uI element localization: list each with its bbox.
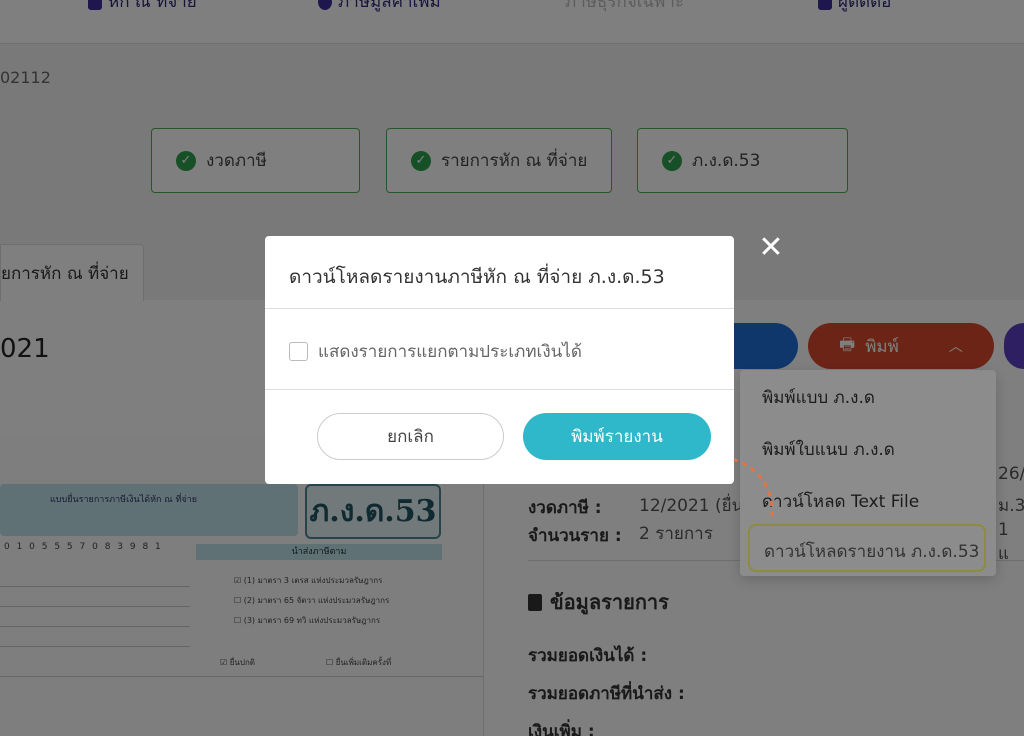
show-by-income-type-checkbox[interactable]: แสดงรายการแยกตามประเภทเงินได้ <box>289 338 582 365</box>
modal-title: ดาวน์โหลดรายงานภาษีหัก ณ ที่จ่าย ภ.ง.ด.5… <box>289 266 665 288</box>
divider <box>265 389 734 390</box>
close-icon[interactable]: ✕ <box>757 233 785 263</box>
checkbox-box[interactable] <box>289 342 308 361</box>
download-report-modal: ดาวน์โหลดรายงานภาษีหัก ณ ที่จ่าย ภ.ง.ด.5… <box>265 236 734 484</box>
menu-item-download-text-file[interactable]: ดาวน์โหลด Text File <box>762 488 919 515</box>
print-dropdown-menu: พิมพ์แบบ ภ.ง.ด พิมพ์ใบแนบ ภ.ง.ด ดาวน์โหล… <box>740 370 996 576</box>
checkbox-label: แสดงรายการแยกตามประเภทเงินได้ <box>318 342 582 362</box>
menu-item-print-attachment[interactable]: พิมพ์ใบแนบ ภ.ง.ด <box>762 436 895 463</box>
menu-item-print-form[interactable]: พิมพ์แบบ ภ.ง.ด <box>762 384 875 411</box>
divider <box>265 308 734 309</box>
print-report-button[interactable]: พิมพ์รายงาน <box>523 413 711 460</box>
cancel-button[interactable]: ยกเลิก <box>317 413 504 460</box>
menu-item-download-report[interactable]: ดาวน์โหลดรายงาน ภ.ง.ด.53 <box>748 524 986 572</box>
